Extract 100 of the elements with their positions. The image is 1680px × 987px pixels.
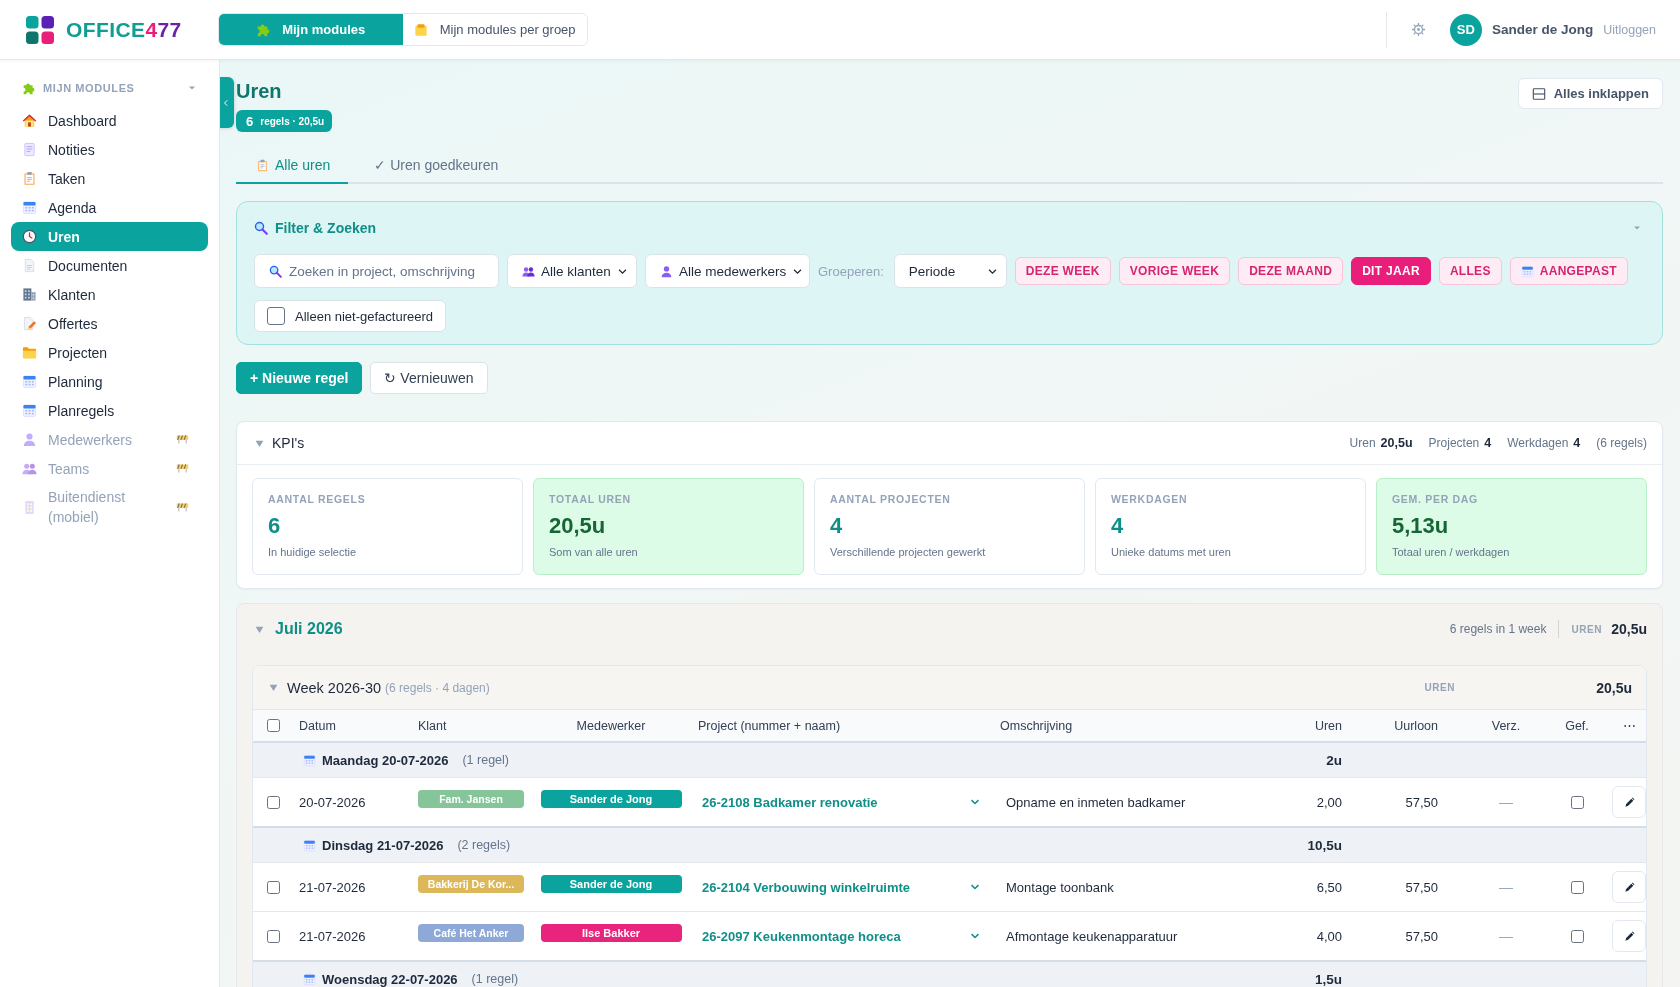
edit-button[interactable] — [1612, 786, 1646, 818]
billed-checkbox[interactable] — [1570, 929, 1584, 943]
pencil-icon — [1623, 881, 1635, 893]
total-label: UREN — [1571, 623, 1603, 635]
sent-cell: — — [1499, 794, 1513, 810]
sidebar-item[interactable]: Planning — [11, 367, 208, 396]
column-header[interactable]: Omschrijving — [1000, 718, 1073, 733]
sent-cell: — — [1499, 879, 1513, 895]
tab[interactable]: ✓ Uren goedkeuren — [354, 148, 517, 184]
description-cell: Opname en inmeten badkamer — [1006, 794, 1186, 810]
caret-icon[interactable] — [188, 84, 196, 92]
sidebar-item[interactable]: Klanten — [11, 280, 208, 309]
note-icon — [22, 142, 37, 157]
summary-value: 4 — [1573, 436, 1581, 450]
billed-checkbox[interactable] — [1570, 795, 1584, 809]
week-title[interactable]: Week 2026-30 — [287, 679, 382, 696]
row-checkbox[interactable] — [267, 795, 280, 809]
period-button[interactable]: DEZE MAAND — [1238, 257, 1344, 285]
search-icon — [254, 221, 268, 235]
column-header[interactable]: Datum — [299, 718, 336, 733]
collapse-triangle-icon[interactable] — [269, 683, 278, 692]
kpi-title[interactable]: KPI's — [272, 435, 305, 451]
summary-note: (6 regels) — [1596, 436, 1647, 450]
group-by-select[interactable]: Periode — [893, 254, 1007, 288]
select-all-checkbox[interactable] — [267, 719, 280, 732]
billed-checkbox[interactable] — [1570, 880, 1584, 894]
kpi-value: 4 — [1111, 512, 1125, 540]
total-label: UREN — [1424, 682, 1456, 693]
client-select[interactable]: Alle klanten — [507, 254, 637, 288]
sidebar-item[interactable]: Documenten — [11, 251, 208, 280]
person-icon — [22, 432, 37, 447]
settings-icon[interactable] — [1410, 22, 1426, 37]
tab[interactable]: Alle uren — [236, 148, 349, 184]
sidebar-toggle[interactable] — [220, 77, 234, 128]
period-button[interactable]: DIT JAAR — [1351, 257, 1431, 285]
day-title: Woensdag 22-07-2026 — [322, 971, 458, 987]
rate-cell: 57,50 — [1405, 794, 1438, 810]
clipboard-icon — [22, 171, 37, 186]
calendar-icon — [22, 374, 37, 389]
caret-icon[interactable] — [1633, 224, 1641, 232]
day-count: (2 regels) — [457, 838, 511, 852]
sidebar-item[interactable]: Projecten — [11, 338, 208, 367]
kpi-value: 4 — [830, 512, 844, 540]
search-icon — [269, 264, 282, 278]
chevron-left-icon — [222, 97, 230, 108]
period-button[interactable]: AANGEPAST — [1509, 257, 1628, 285]
employee-tag: Ilse Bakker — [540, 924, 682, 942]
column-header[interactable]: Uurloon — [1394, 718, 1438, 733]
sidebar-item[interactable]: Taken — [11, 164, 208, 193]
collapse-triangle-icon[interactable] — [255, 438, 264, 448]
period-button[interactable]: DEZE WEEK — [1014, 257, 1111, 285]
checkbox[interactable] — [267, 307, 285, 325]
edit-button[interactable] — [1612, 920, 1646, 952]
user-name: Sander de Jong — [1491, 22, 1594, 37]
count-label: regels · 20,5u — [260, 115, 325, 127]
sidebar-item[interactable]: Agenda — [11, 193, 208, 222]
panel-icon — [1531, 86, 1546, 101]
collapse-all-button[interactable]: Alles inklappen — [1517, 78, 1663, 109]
date-cell: 20-07-2026 — [299, 794, 366, 810]
chevron-down-icon[interactable] — [970, 797, 980, 807]
summary-label: Uren — [1349, 436, 1376, 450]
column-header[interactable]: Medewerker — [576, 718, 646, 733]
chevron-down-icon[interactable] — [970, 931, 980, 941]
employee-tag: Sander de Jong — [540, 875, 682, 893]
sidebar-item[interactable]: Notities — [11, 135, 208, 164]
sidebar-item[interactable]: Offertes — [11, 309, 208, 338]
project-link[interactable]: 26-2104 Verbouwing winkelruimte — [702, 879, 911, 895]
logo-icon — [26, 15, 54, 44]
row-checkbox[interactable] — [267, 929, 280, 943]
sidebar-item[interactable]: Dashboard — [11, 106, 208, 135]
column-header[interactable]: Project (nummer + naam) — [698, 718, 841, 733]
row-checkbox[interactable] — [267, 880, 280, 894]
month-title[interactable]: Juli 2026 — [275, 620, 343, 638]
column-header[interactable]: Gef. — [1565, 718, 1589, 733]
person-icon — [660, 264, 673, 278]
column-header[interactable]: Uren — [1314, 718, 1342, 733]
refresh-button[interactable]: ↻ Vernieuwen — [370, 362, 488, 394]
filter-title[interactable]: Filter & Zoeken — [275, 220, 377, 236]
chevron-down-icon[interactable] — [970, 882, 980, 892]
search-field[interactable]: Zoeken in project, omschrijving — [254, 254, 499, 288]
barrier-icon — [176, 500, 189, 514]
sidebar-item[interactable]: Planregels — [11, 396, 208, 425]
day-count: (1 regel) — [462, 753, 509, 767]
collapse-triangle-icon[interactable] — [255, 624, 264, 634]
period-button[interactable]: ALLES — [1438, 257, 1502, 285]
column-header[interactable]: Verz. — [1491, 718, 1521, 733]
column-header[interactable]: Klant — [418, 718, 447, 733]
pencil-icon — [1623, 930, 1635, 942]
column-header[interactable]: ⋯ — [1622, 718, 1636, 733]
day-count: (1 regel) — [471, 972, 519, 986]
period-button[interactable]: VORIGE WEEK — [1118, 257, 1231, 285]
employee-select[interactable]: Alle medewerkers — [645, 254, 810, 288]
week-note: (6 regels · 4 dagen) — [385, 680, 490, 695]
kpi-value: 20,5u — [549, 512, 607, 540]
edit-button[interactable] — [1612, 871, 1646, 903]
unbilled-filter[interactable]: Alleen niet-gefactureerd — [254, 300, 447, 332]
date-cell: 21-07-2026 — [299, 928, 366, 944]
building-icon — [22, 287, 37, 302]
project-link[interactable]: 26-2097 Keukenmontage horeca — [702, 928, 901, 944]
project-link[interactable]: 26-2108 Badkamer renovatie — [702, 794, 878, 810]
